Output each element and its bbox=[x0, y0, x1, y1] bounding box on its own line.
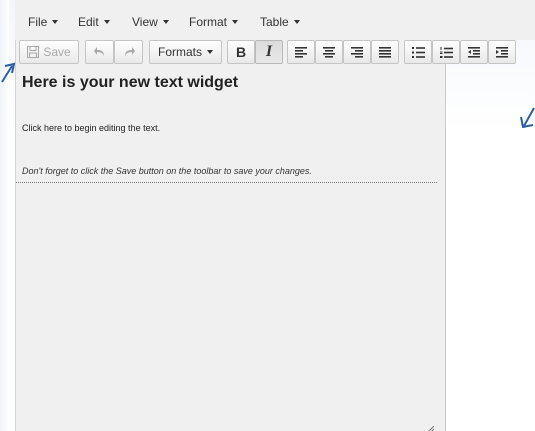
annotation-arrow-left-icon bbox=[0, 62, 18, 89]
align-left-button[interactable] bbox=[287, 40, 315, 64]
align-justify-button[interactable] bbox=[371, 40, 399, 64]
save-reminder-text[interactable]: Don't forget to click the Save button on… bbox=[22, 166, 312, 176]
chevron-down-icon bbox=[293, 20, 300, 24]
menu-view[interactable]: View bbox=[132, 14, 169, 30]
align-justify-icon bbox=[379, 46, 391, 58]
bold-label: B bbox=[235, 44, 247, 60]
numbered-list-icon bbox=[439, 46, 453, 58]
chevron-down-icon bbox=[103, 20, 110, 24]
formats-label: Formats bbox=[157, 45, 202, 59]
edit-instruction-text[interactable]: Click here to begin editing the text. bbox=[22, 123, 160, 133]
chevron-down-icon bbox=[162, 20, 169, 24]
menu-format-label: Format bbox=[189, 15, 228, 29]
undo-icon bbox=[93, 46, 106, 58]
menu-edit[interactable]: Edit bbox=[78, 14, 110, 30]
chevron-down-icon bbox=[207, 50, 213, 54]
menu-view-label: View bbox=[132, 15, 158, 29]
menu-file-label: File bbox=[28, 15, 48, 29]
content-divider bbox=[16, 182, 437, 183]
bold-button[interactable]: B bbox=[227, 40, 255, 64]
bullet-list-icon bbox=[411, 46, 425, 58]
editor-content[interactable]: Here is your new text widget Click here … bbox=[16, 66, 437, 431]
menu-format[interactable]: Format bbox=[189, 14, 239, 30]
align-right-button[interactable] bbox=[343, 40, 371, 64]
undo-button[interactable] bbox=[85, 40, 114, 64]
save-button-label: Save bbox=[43, 45, 71, 59]
menubar: File Edit View Format Table bbox=[15, 0, 535, 40]
numbered-list-button[interactable] bbox=[432, 40, 460, 64]
save-button[interactable]: Save bbox=[19, 40, 79, 64]
save-icon bbox=[27, 46, 40, 58]
menu-table[interactable]: Table bbox=[260, 14, 300, 30]
widget-heading[interactable]: Here is your new text widget bbox=[22, 74, 238, 92]
italic-button[interactable]: I bbox=[255, 40, 283, 64]
redo-icon bbox=[123, 46, 135, 58]
chevron-down-icon bbox=[52, 20, 59, 24]
align-left-icon bbox=[295, 46, 307, 58]
align-center-icon bbox=[323, 46, 335, 58]
align-right-icon bbox=[351, 46, 363, 58]
redo-button[interactable] bbox=[114, 40, 143, 64]
menu-table-label: Table bbox=[260, 15, 289, 29]
italic-label: I bbox=[265, 43, 273, 60]
formats-dropdown[interactable]: Formats bbox=[149, 40, 222, 64]
toolbar: Save Formats B I bbox=[15, 40, 535, 66]
align-center-button[interactable] bbox=[315, 40, 343, 64]
resize-handle-icon[interactable] bbox=[427, 420, 435, 431]
menu-edit-label: Edit bbox=[78, 15, 99, 29]
indent-icon bbox=[496, 46, 508, 58]
chevron-down-icon bbox=[232, 20, 239, 24]
outdent-icon bbox=[468, 46, 480, 58]
indent-button[interactable] bbox=[488, 40, 516, 64]
menu-file[interactable]: File bbox=[28, 14, 59, 30]
annotation-arrow-right-icon bbox=[520, 106, 535, 133]
bullet-list-button[interactable] bbox=[404, 40, 432, 64]
outdent-button[interactable] bbox=[460, 40, 488, 64]
